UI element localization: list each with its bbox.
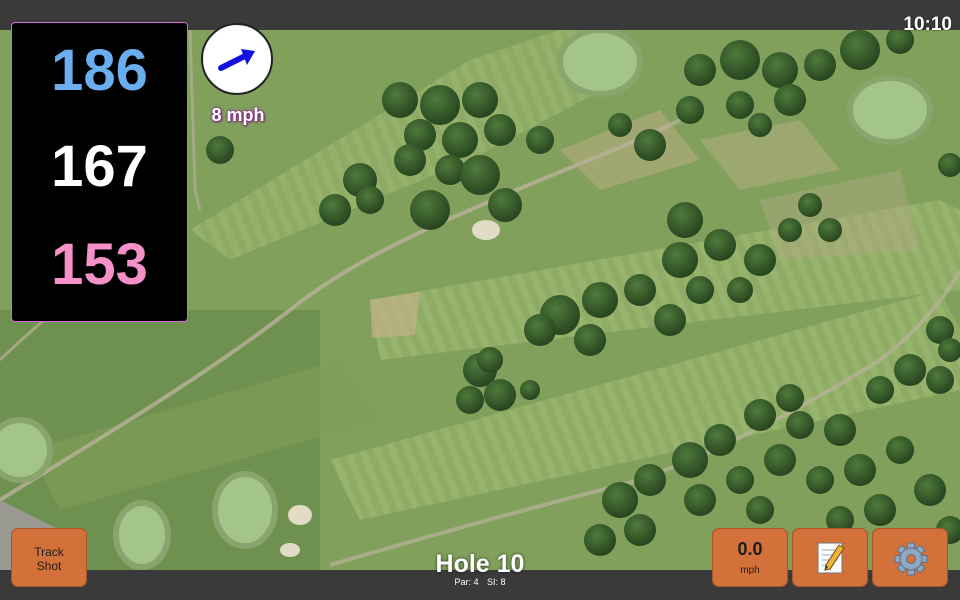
clock: 10:10 — [903, 14, 952, 35]
speed-unit: mph — [740, 565, 760, 576]
middle-of-green-distance: 167 — [51, 134, 148, 199]
wind-direction-indicator — [201, 23, 273, 95]
track-shot-button[interactable]: Track Shot — [11, 528, 87, 587]
gear-icon — [894, 542, 928, 576]
track-shot-label-line2: Shot — [36, 559, 62, 573]
notes-button[interactable] — [792, 528, 868, 587]
hole-info: Par: 4 SI: 8 — [380, 577, 580, 587]
notepad-pencil-icon — [817, 542, 845, 574]
track-shot-label-line1: Track — [34, 545, 64, 559]
back-of-green-distance: 186 — [51, 38, 148, 103]
speed-button[interactable]: 0.0 mph — [712, 528, 788, 587]
hole-par: Par: 4 — [454, 577, 479, 587]
distance-panel: 186 167 153 — [11, 22, 188, 322]
settings-button[interactable] — [872, 528, 948, 587]
hole-stroke-index: SI: 8 — [487, 577, 506, 587]
front-of-green-distance: 153 — [51, 232, 148, 297]
hole-title: Hole 10 — [435, 550, 525, 578]
wind-arrow-icon — [218, 49, 255, 71]
wind-speed-label: 8 mph — [211, 105, 265, 125]
speed-value: 0.0 — [737, 539, 763, 559]
